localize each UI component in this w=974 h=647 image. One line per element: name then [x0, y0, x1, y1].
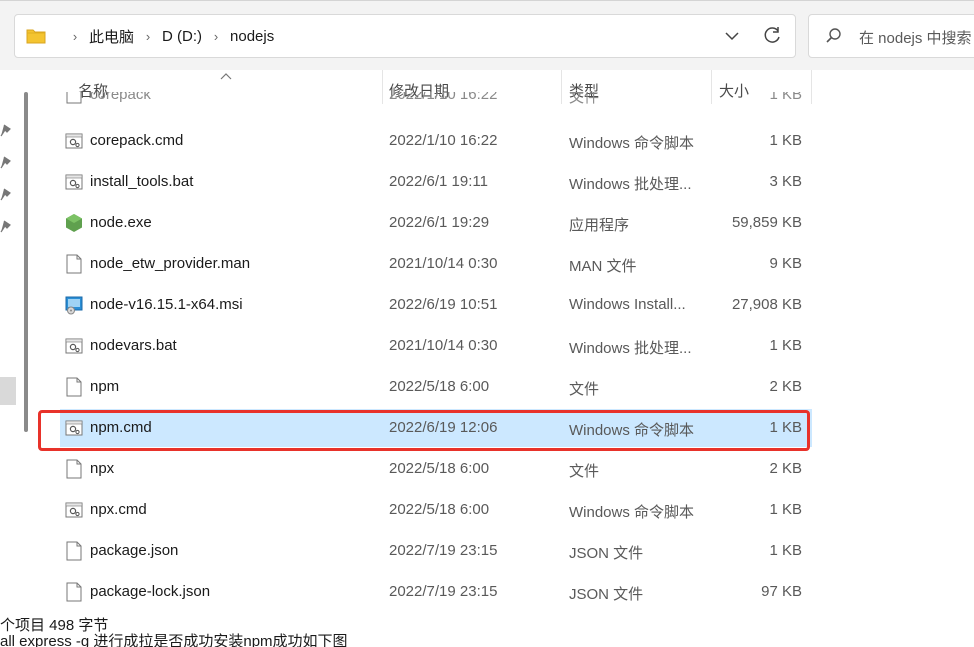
file-date: 2022/7/19 23:15	[389, 542, 498, 559]
file-row[interactable]: corepack.cmd 2022/1/10 16:22 Windows 命令脚本 1…	[60, 122, 812, 160]
file-row[interactable]: package-lock.json 2022/7/19 23:15 JSON 文件 9…	[60, 573, 812, 611]
file-date: 2022/7/19 23:15	[389, 583, 498, 600]
script-file-icon	[65, 500, 83, 520]
file-date: 2022/6/1 19:29	[389, 214, 490, 231]
file-size: 3 KB	[769, 173, 802, 190]
background-text: all express -g 进行成拉是否成功安装npm成功如下图	[0, 630, 974, 647]
file-name: npx	[90, 460, 115, 477]
file-name: corepack	[90, 92, 151, 103]
file-size: 1 KB	[769, 132, 802, 149]
generic-file-icon	[65, 377, 83, 397]
file-size: 27,908 KB	[731, 296, 802, 313]
file-type: JSON 文件	[569, 586, 644, 603]
file-name: corepack.cmd	[90, 132, 184, 149]
file-type: MAN 文件	[569, 258, 637, 275]
highlight-annotation	[38, 410, 810, 451]
file-name: npx.cmd	[90, 501, 147, 518]
file-date: 2022/1/10 16:22	[389, 132, 498, 149]
file-size: 97 KB	[761, 583, 802, 600]
file-name: node.exe	[90, 214, 152, 231]
file-row[interactable]: npx.cmd 2022/5/18 6:00 Windows 命令脚本 1 KB	[60, 491, 812, 529]
file-row[interactable]: node-v16.15.1-x64.msi 2022/6/19 10:51 Wind…	[60, 286, 812, 324]
generic-file-icon	[65, 459, 83, 479]
file-date: 2022/5/18 6:00	[389, 460, 490, 477]
file-row[interactable]: install_tools.bat 2022/6/1 19:11 Windows 批…	[60, 163, 812, 201]
file-row[interactable]: node_etw_provider.man 2021/10/14 0:30 MAN …	[60, 245, 812, 283]
file-name: package-lock.json	[90, 583, 211, 600]
file-date: 2022/5/18 6:00	[389, 378, 490, 395]
file-size: 9 KB	[769, 255, 802, 272]
file-list: corepack 2022/1/10 16:22 文件 1 KB corepack.cm…	[0, 0, 974, 647]
file-row[interactable]: node.exe 2022/6/1 19:29 应用程序 59,859 KB	[60, 204, 812, 242]
generic-file-icon	[65, 582, 83, 602]
file-type: 文件	[569, 381, 600, 398]
file-type: Windows 批处理...	[569, 340, 692, 357]
file-name: npm	[90, 378, 120, 395]
file-date: 2022/6/19 10:51	[389, 296, 498, 313]
file-row[interactable]: corepack 2022/1/10 16:22 文件 1 KB	[60, 92, 812, 104]
file-size: 1 KB	[769, 501, 802, 518]
background-text-line: all express -g 进行成拉是否成功安装npm成功如下图	[0, 633, 348, 647]
file-size: 59,859 KB	[731, 214, 802, 231]
script-file-icon	[65, 131, 83, 151]
generic-file-icon	[65, 254, 83, 274]
node-exe-icon	[65, 213, 83, 233]
generic-file-icon	[65, 541, 83, 561]
file-type: 文件	[569, 463, 600, 480]
file-name: package.json	[90, 542, 179, 559]
file-name: node_etw_provider.man	[90, 255, 251, 272]
script-file-icon	[65, 172, 83, 192]
file-row[interactable]: npm 2022/5/18 6:00 文件 2 KB	[60, 368, 812, 406]
installer-icon	[65, 295, 83, 315]
file-date: 2021/10/14 0:30	[389, 337, 498, 354]
file-name: node-v16.15.1-x64.msi	[90, 296, 243, 313]
file-size: 2 KB	[769, 460, 802, 477]
file-type: Windows 命令脚本	[569, 504, 695, 521]
file-type: JSON 文件	[569, 545, 644, 562]
file-type: 文件	[569, 92, 600, 104]
file-type: Windows 命令脚本	[569, 135, 695, 152]
generic-file-icon	[65, 92, 83, 104]
file-row[interactable]: package.json 2022/7/19 23:15 JSON 文件 1 KB	[60, 532, 812, 570]
file-date: 2022/6/1 19:11	[389, 173, 488, 190]
file-name: nodevars.bat	[90, 337, 177, 354]
file-date: 2022/1/10 16:22	[389, 92, 498, 103]
script-file-icon	[65, 336, 83, 356]
file-size: 1 KB	[769, 542, 802, 559]
file-size: 2 KB	[769, 378, 802, 395]
file-date: 2022/5/18 6:00	[389, 501, 490, 518]
file-size: 1 KB	[769, 92, 802, 103]
file-date: 2021/10/14 0:30	[389, 255, 498, 272]
file-type: Windows 批处理...	[569, 176, 692, 193]
file-type: 应用程序	[569, 217, 630, 234]
file-type: Windows Install...	[569, 296, 686, 313]
file-size: 1 KB	[769, 337, 802, 354]
file-row[interactable]: nodevars.bat 2021/10/14 0:30 Windows 批处理..…	[60, 327, 812, 365]
file-name: install_tools.bat	[90, 173, 194, 190]
file-row[interactable]: npx 2022/5/18 6:00 文件 2 KB	[60, 450, 812, 488]
